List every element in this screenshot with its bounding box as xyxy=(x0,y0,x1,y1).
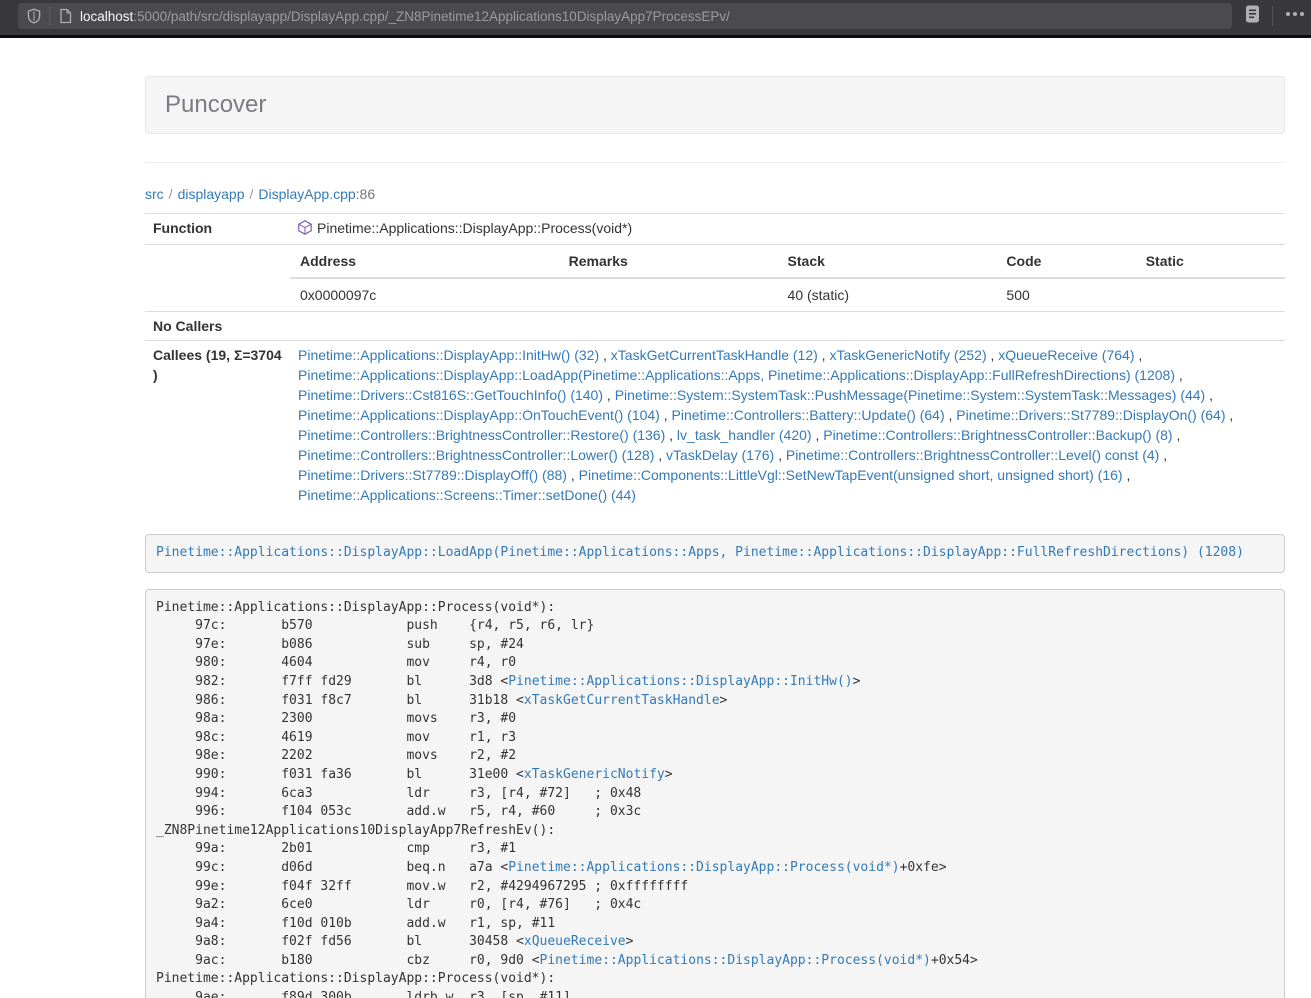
urlbar-divider xyxy=(49,7,50,25)
stats-left-spacer xyxy=(145,245,290,312)
symbol-link[interactable]: xTaskGetCurrentTaskHandle xyxy=(524,693,720,708)
callees-label: Callees (19, Σ=3704 ) xyxy=(145,341,290,510)
callee-link[interactable]: Pinetime::Drivers::St7789::DisplayOff() … xyxy=(298,467,567,483)
browser-toolbar: localhost:5000/path/src/displayapp/Displ… xyxy=(0,0,1311,38)
callee-link[interactable]: Pinetime::System::SystemTask::PushMessag… xyxy=(615,387,1206,403)
callee-link[interactable]: Pinetime::Controllers::Battery::Update()… xyxy=(672,407,945,423)
no-callers-label: No Callers xyxy=(145,312,290,341)
page-content: Puncover src/displayapp/DisplayApp.cpp:8… xyxy=(145,76,1285,998)
callee-link[interactable]: Pinetime::Applications::DisplayApp::Init… xyxy=(298,347,599,363)
toolbar-divider xyxy=(1272,6,1273,26)
function-name-cell: Pinetime::Applications::DisplayApp::Proc… xyxy=(290,214,1285,245)
stats-col-header: Static xyxy=(1136,245,1285,278)
reader-mode-icon[interactable] xyxy=(1244,4,1261,29)
url-bar[interactable]: localhost:5000/path/src/displayapp/Displ… xyxy=(18,3,1232,29)
stats-col-header: Address xyxy=(290,245,559,278)
stats-cell: 0x0000097c xyxy=(290,278,559,311)
symbol-link[interactable]: Pinetime::Applications::DisplayApp::Proc… xyxy=(508,860,899,875)
callee-link[interactable]: Pinetime::Controllers::BrightnessControl… xyxy=(786,447,1159,463)
url-text[interactable]: localhost:5000/path/src/displayapp/Displ… xyxy=(80,9,730,24)
function-row: Function Pinetime::Applications::Display… xyxy=(145,214,1285,245)
page-icon xyxy=(58,8,73,24)
stats-col-header: Remarks xyxy=(559,245,778,278)
callee-link[interactable]: Pinetime::Applications::DisplayApp::OnTo… xyxy=(298,407,660,423)
callees-list: Pinetime::Applications::DisplayApp::Init… xyxy=(290,341,1285,510)
snippet-link[interactable]: Pinetime::Applications::DisplayApp::Load… xyxy=(156,545,1244,560)
function-name: Pinetime::Applications::DisplayApp::Proc… xyxy=(317,220,632,236)
breadcrumb-separator: / xyxy=(245,186,259,202)
function-label: Function xyxy=(145,214,290,245)
callees-row: Callees (19, Σ=3704 ) Pinetime::Applicat… xyxy=(145,341,1285,510)
callers-cell xyxy=(290,312,1285,341)
section-divider xyxy=(145,162,1285,163)
brand-link[interactable]: Puncover xyxy=(165,91,266,118)
symbol-link[interactable]: xTaskGenericNotify xyxy=(524,767,665,782)
symbol-link[interactable]: Pinetime::Applications::DisplayApp::Init… xyxy=(508,674,852,689)
brand-banner: Puncover xyxy=(145,76,1285,134)
stats-cell xyxy=(1136,278,1285,311)
cube-icon xyxy=(298,220,312,240)
breadcrumb-file[interactable]: DisplayApp.cpp xyxy=(258,186,355,202)
callee-link[interactable]: Pinetime::Applications::DisplayApp::Load… xyxy=(298,367,1175,383)
overflow-menu-icon[interactable] xyxy=(1284,4,1306,29)
breadcrumb-separator: / xyxy=(164,186,178,202)
breadcrumb: src/displayapp/DisplayApp.cpp:86 xyxy=(145,184,1285,204)
breadcrumb-line-number: :86 xyxy=(356,186,375,202)
breadcrumb-src[interactable]: src xyxy=(145,186,164,202)
callers-row: No Callers xyxy=(145,312,1285,341)
callee-link[interactable]: xTaskGetCurrentTaskHandle (12) xyxy=(611,347,818,363)
stats-cell: 500 xyxy=(996,278,1135,311)
disassembly-box: Pinetime::Applications::DisplayApp::Proc… xyxy=(145,589,1285,998)
callee-link[interactable]: lv_task_handler (420) xyxy=(677,427,812,443)
stats-cell xyxy=(559,278,778,311)
shield-icon[interactable] xyxy=(26,8,42,24)
callee-link[interactable]: vTaskDelay (176) xyxy=(666,447,774,463)
stats-cell: 40 (static) xyxy=(778,278,997,311)
callee-link[interactable]: Pinetime::Drivers::St7789::DisplayOn() (… xyxy=(956,407,1225,423)
callee-link[interactable]: Pinetime::Controllers::BrightnessControl… xyxy=(298,427,665,443)
stats-col-header: Stack xyxy=(778,245,997,278)
url-host: localhost xyxy=(80,9,133,24)
callee-link[interactable]: Pinetime::Controllers::BrightnessControl… xyxy=(823,427,1172,443)
stats-row-wrapper: AddressRemarksStackCodeStatic 0x0000097c… xyxy=(145,245,1285,312)
stats-value-row: 0x0000097c 40 (static)500 xyxy=(290,278,1285,311)
callee-link[interactable]: Pinetime::Applications::Screens::Timer::… xyxy=(298,487,636,503)
stats-table: AddressRemarksStackCodeStatic 0x0000097c… xyxy=(290,245,1285,311)
callee-link[interactable]: xTaskGenericNotify (252) xyxy=(829,347,986,363)
callee-link[interactable]: Pinetime::Drivers::Cst816S::GetTouchInfo… xyxy=(298,387,603,403)
symbol-link[interactable]: Pinetime::Applications::DisplayApp::Proc… xyxy=(540,953,931,968)
callee-link[interactable]: Pinetime::Controllers::BrightnessControl… xyxy=(298,447,654,463)
stats-col-header: Code xyxy=(996,245,1135,278)
symbol-link[interactable]: xQueueReceive xyxy=(524,934,626,949)
stats-header-row: AddressRemarksStackCodeStatic xyxy=(290,245,1285,278)
snippet-box: Pinetime::Applications::DisplayApp::Load… xyxy=(145,534,1285,573)
url-path: :5000/path/src/displayapp/DisplayApp.cpp… xyxy=(133,9,730,24)
callee-link[interactable]: Pinetime::Components::LittleVgl::SetNewT… xyxy=(579,467,1123,483)
function-table: Function Pinetime::Applications::Display… xyxy=(145,213,1285,509)
breadcrumb-displayapp[interactable]: displayapp xyxy=(178,186,245,202)
callee-link[interactable]: xQueueReceive (764) xyxy=(998,347,1134,363)
stats-cell-wrapper: AddressRemarksStackCodeStatic 0x0000097c… xyxy=(290,245,1285,312)
